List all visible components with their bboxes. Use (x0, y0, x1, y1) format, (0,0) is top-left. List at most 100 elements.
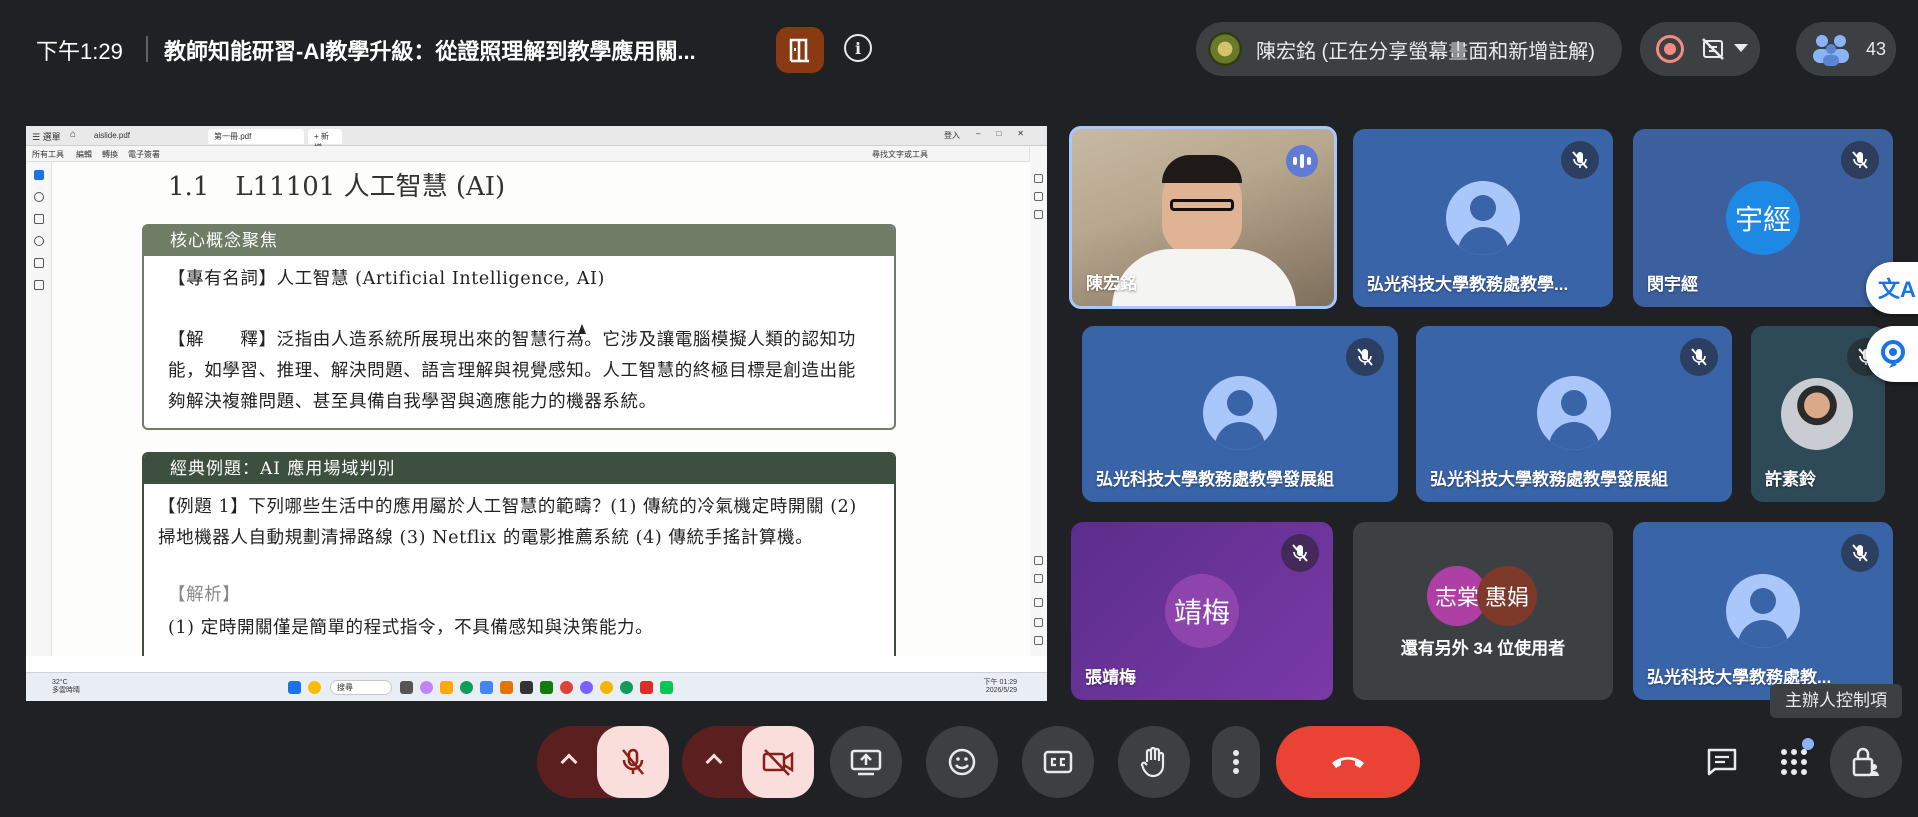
zoom-tool-icon[interactable] (34, 192, 44, 202)
pdf-menu-bar: 所有工具 編輯 轉換 電子簽署 尋找文字或工具 (26, 146, 1047, 162)
host-controls-button[interactable] (1830, 726, 1902, 798)
tab-aislide[interactable]: aislide.pdf (88, 129, 136, 144)
weather-widget[interactable]: 32°C 多雲時晴 (38, 679, 80, 695)
participant-tile[interactable]: 許素鈴 (1751, 326, 1885, 502)
avatar: 惠娟 (1477, 566, 1537, 626)
microphone-toggle-button[interactable] (597, 726, 669, 798)
apps-grid-icon (1781, 749, 1807, 775)
zoom-in-icon[interactable] (1034, 618, 1043, 627)
window-controls[interactable]: –□✕ (976, 129, 1040, 138)
menu-e-sign[interactable]: 電子簽署 (128, 149, 160, 160)
menu-edit[interactable]: 編輯 (76, 149, 92, 160)
activities-button[interactable] (1766, 726, 1822, 798)
section-heading: 1.1 L11101 人工智慧 (AI) (168, 172, 506, 202)
chat-button[interactable] (1694, 726, 1750, 798)
participant-tile-speaker[interactable]: 陳宏銘 (1069, 126, 1337, 309)
present-screen-button[interactable] (830, 726, 902, 798)
organize-icon[interactable] (1034, 210, 1043, 219)
participant-name: 閔宇經 (1647, 275, 1698, 294)
mouse-cursor (578, 324, 586, 334)
breakout-room-button[interactable] (776, 27, 824, 73)
chevron-down-icon[interactable] (1734, 44, 1748, 52)
speaking-indicator-icon (1286, 145, 1318, 177)
assistant-button[interactable] (1866, 326, 1918, 382)
participant-tile[interactable]: 靖梅 張靖梅 (1071, 522, 1333, 700)
captions-button[interactable] (1022, 726, 1094, 798)
task-view-icon[interactable] (400, 681, 413, 694)
stamp-tool-icon[interactable] (34, 280, 44, 290)
app-icon-3[interactable] (580, 681, 593, 694)
search-hint[interactable]: 尋找文字或工具 (872, 149, 928, 160)
windows-start-icon[interactable] (288, 681, 301, 694)
store-icon[interactable] (480, 681, 493, 694)
concept-box: 核心概念聚焦 【專有名詞】人工智慧 (Artificial Intelligen… (142, 224, 896, 430)
presenter-indicator[interactable]: 陳宏銘 (正在分享螢幕畫面和新增註解) (1196, 22, 1622, 76)
chevron-up-icon[interactable] (705, 753, 723, 771)
tab-new[interactable]: + 新增 (308, 129, 342, 152)
recording-icon[interactable] (1656, 35, 1684, 63)
refresh-icon[interactable] (1034, 598, 1043, 607)
host-controls-tooltip: 主辦人控制項 (1770, 684, 1902, 718)
avatar: 靖梅 (1165, 574, 1239, 648)
camera-toggle-button[interactable] (742, 726, 814, 798)
shape-tool-icon[interactable] (34, 236, 44, 246)
login-link[interactable]: 登入 (944, 130, 960, 141)
presenter-status: 陳宏銘 (正在分享螢幕畫面和新增註解) (1256, 40, 1595, 63)
page-down-icon[interactable] (1034, 574, 1043, 583)
leave-call-button[interactable] (1276, 726, 1420, 798)
others-count-label: 還有另外 34 位使用者 (1400, 639, 1566, 658)
presenter-avatar (1208, 32, 1242, 66)
more-vert-icon (1233, 750, 1239, 774)
term-line: 【專有名詞】人工智慧 (Artificial Intelligence, AI) (168, 269, 605, 289)
pen-tool-icon[interactable] (34, 214, 44, 224)
home-icon[interactable]: ⌂ (70, 129, 76, 140)
translate-button[interactable]: 文A (1866, 262, 1918, 314)
file-explorer-icon[interactable] (440, 681, 453, 694)
chrome-icon-3[interactable] (620, 681, 633, 694)
menu-all-tools[interactable]: 所有工具 (32, 149, 64, 160)
camera-control[interactable] (682, 726, 814, 798)
chrome-icon[interactable] (560, 681, 573, 694)
text-tool-icon[interactable] (34, 258, 44, 268)
chevron-up-icon[interactable] (560, 753, 578, 771)
copilot-icon[interactable] (420, 681, 433, 694)
app-icon-1[interactable] (500, 681, 513, 694)
widgets-icon[interactable] (308, 681, 321, 694)
comment-icon[interactable] (1034, 174, 1043, 183)
avatar (1203, 376, 1277, 450)
zoom-out-icon[interactable] (1034, 636, 1043, 645)
line-icon[interactable] (660, 681, 673, 694)
select-tool-icon[interactable] (34, 170, 44, 180)
tab-first-volume[interactable]: 第一冊.pdf (208, 129, 304, 144)
menu-convert[interactable]: 轉換 (102, 149, 118, 160)
participant-tile[interactable]: 宇經 閔宇經 (1633, 129, 1893, 307)
people-button[interactable]: 43 (1796, 22, 1896, 76)
raise-hand-button[interactable] (1118, 726, 1190, 798)
mic-off-icon (1281, 534, 1319, 572)
taskbar-search[interactable]: 搜尋 (330, 680, 392, 695)
edge-icon[interactable] (460, 681, 473, 694)
app-icon-2[interactable] (520, 681, 533, 694)
xbox-icon[interactable] (540, 681, 553, 694)
camera-off-icon (762, 749, 794, 776)
participant-tile[interactable]: 弘光科技大學教務處教... (1633, 522, 1893, 700)
pdf-document: 1.1 L11101 人工智慧 (AI) 核心概念聚焦 【專有名詞】人工智慧 (… (52, 162, 1030, 656)
acrobat-icon[interactable] (640, 681, 653, 694)
page-up-icon[interactable] (1034, 556, 1043, 565)
emoji-reaction-button[interactable] (926, 726, 998, 798)
explanation-text: 【解 釋】泛指由人造系統所展現出來的智慧行為。它涉及讓電腦模擬人類的認知功能，如… (168, 330, 856, 412)
taskbar-clock[interactable]: 下午 01:29 2026/5/29 (984, 679, 1017, 695)
avatar: 宇經 (1726, 181, 1800, 255)
participant-tile[interactable]: 弘光科技大學教務處教學... (1353, 129, 1613, 307)
chrome-icon-2[interactable] (600, 681, 613, 694)
gemini-notes-off-icon[interactable] (1700, 36, 1726, 62)
other-participants-tile[interactable]: 志棠 惠娟 還有另外 34 位使用者 (1353, 522, 1613, 700)
more-options-button[interactable] (1212, 726, 1260, 798)
recording-controls[interactable] (1640, 22, 1760, 76)
meeting-info-icon[interactable]: i (844, 34, 872, 62)
export-icon[interactable] (1034, 192, 1043, 201)
participant-tile[interactable]: 弘光科技大學教務處教學發展組 (1416, 326, 1732, 502)
menu-icon[interactable]: ☰ 選單 (32, 130, 61, 143)
participant-tile[interactable]: 弘光科技大學教務處教學發展組 (1082, 326, 1398, 502)
microphone-control[interactable] (537, 726, 669, 798)
